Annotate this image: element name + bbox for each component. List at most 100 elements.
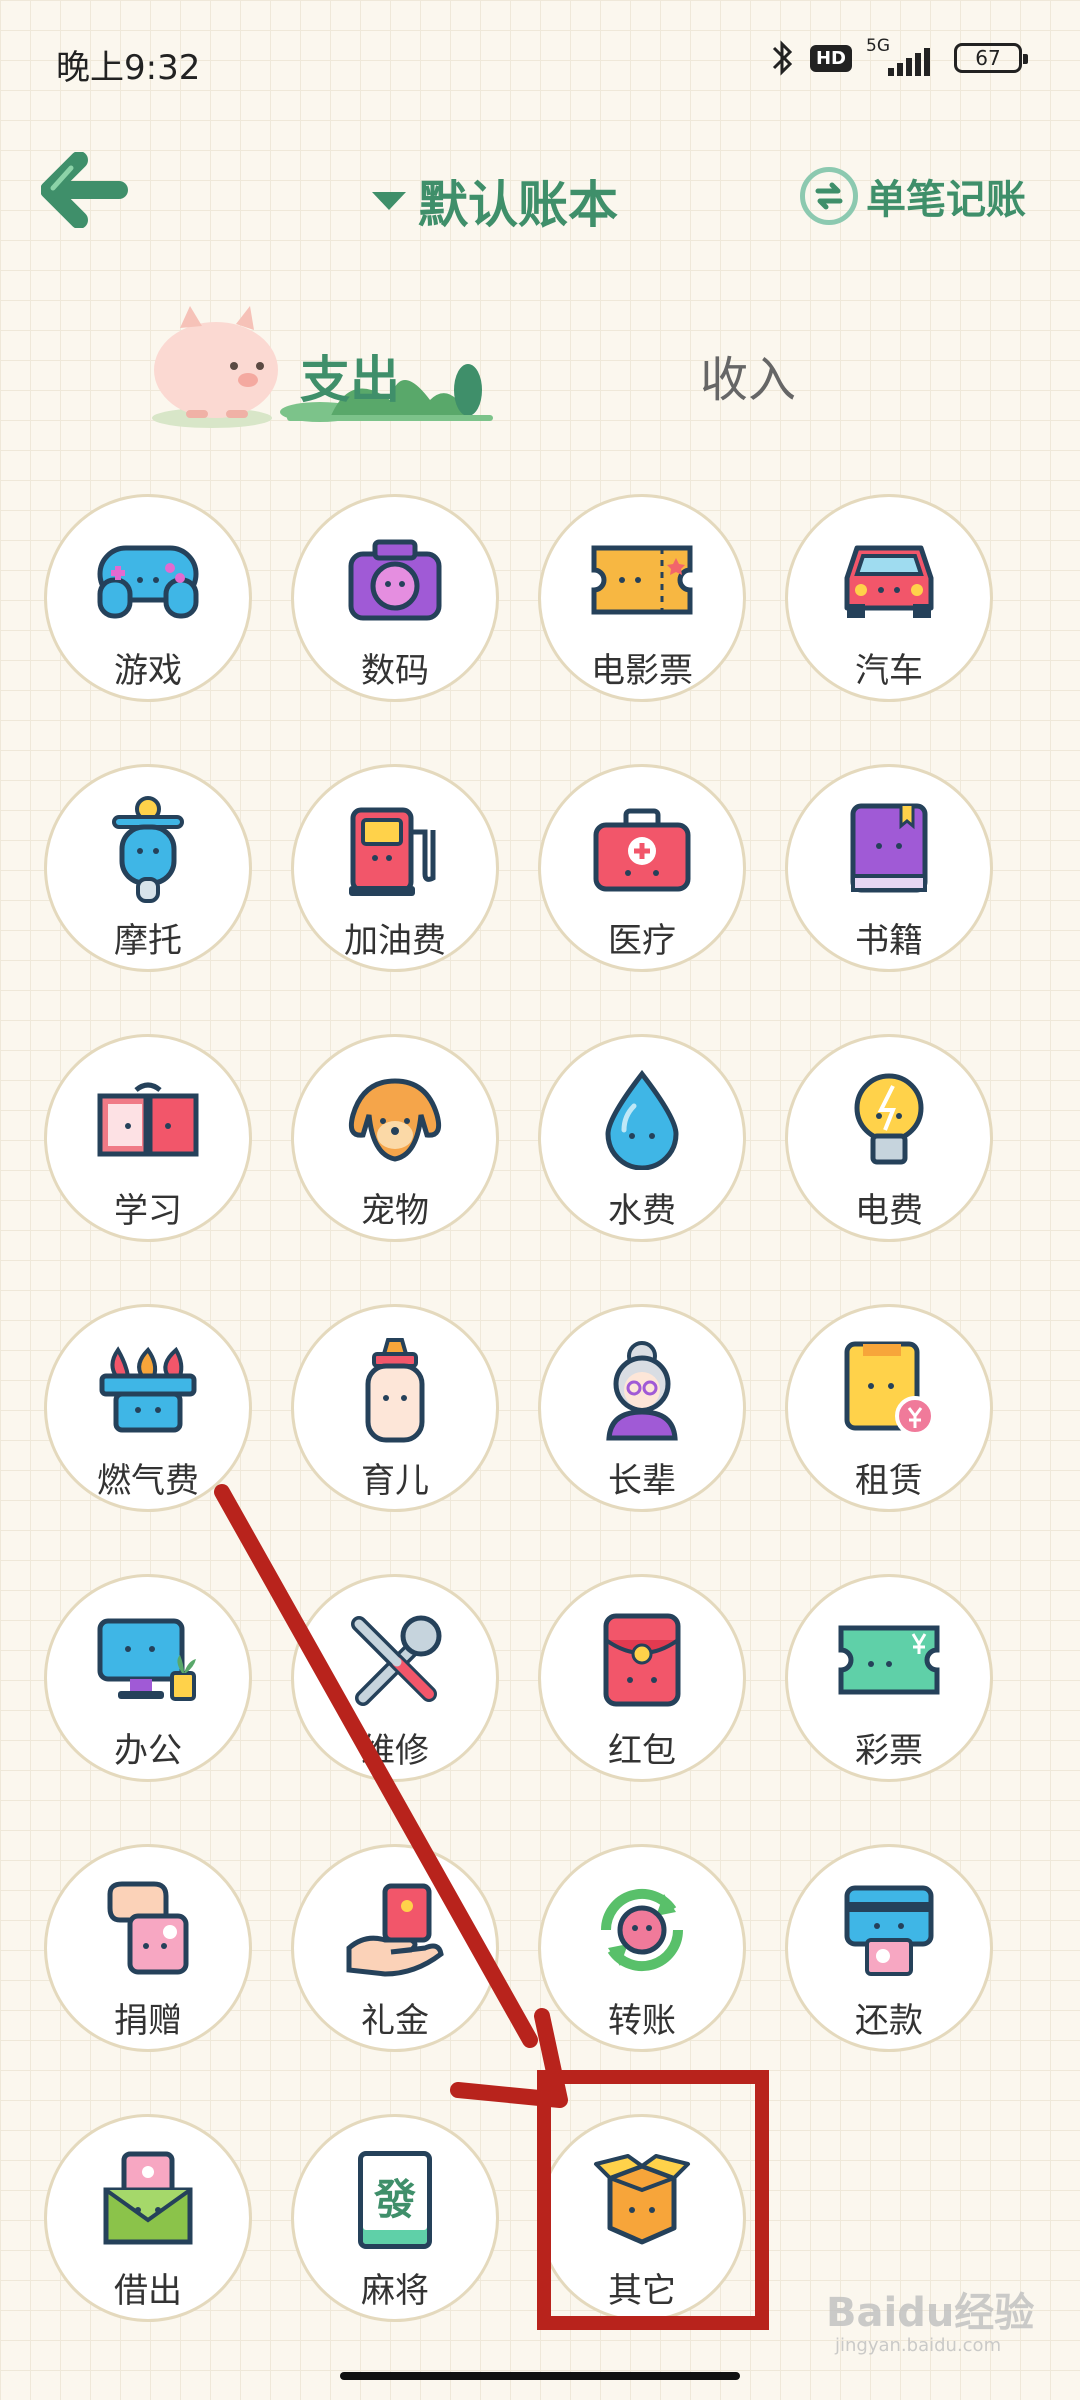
lend-icon xyxy=(93,2145,203,2255)
category-label: 燃气费 xyxy=(97,1461,199,1501)
status-icons: HD 5G 67 xyxy=(770,36,1028,78)
category-label: 书籍 xyxy=(855,921,923,961)
book-icon xyxy=(834,795,944,905)
home-indicator[interactable] xyxy=(340,2372,740,2380)
dog-icon xyxy=(340,1065,450,1175)
category-label: 彩票 xyxy=(855,1731,923,1771)
network-type: 5G xyxy=(866,36,890,56)
category-label: 医疗 xyxy=(608,921,676,961)
category-label: 汽车 xyxy=(855,651,923,691)
donation-icon xyxy=(93,1875,203,1985)
watermark-url: jingyan.baidu.com xyxy=(835,2335,1002,2356)
category-item[interactable]: 维修 xyxy=(291,1574,499,1782)
category-item[interactable]: 燃气费 xyxy=(44,1304,252,1512)
scooter-icon xyxy=(93,795,203,905)
category-label: 礼金 xyxy=(361,2001,429,2041)
category-item[interactable]: 捐赠 xyxy=(44,1844,252,2052)
status-time: 晚上9:32 xyxy=(56,48,201,88)
category-item[interactable]: 学习 xyxy=(44,1034,252,1242)
category-item[interactable]: 水费 xyxy=(538,1034,746,1242)
open-book-icon xyxy=(93,1065,203,1175)
category-label: 还款 xyxy=(855,2001,923,2041)
category-label: 租赁 xyxy=(855,1461,923,1501)
gift-money-icon xyxy=(340,1875,450,1985)
category-label: 育儿 xyxy=(361,1461,429,1501)
water-drop-icon xyxy=(587,1065,697,1175)
account-book-title: 默认账本 xyxy=(418,176,618,234)
category-item[interactable]: 汽车 xyxy=(785,494,993,702)
category-label: 借出 xyxy=(114,2271,182,2311)
category-label: 办公 xyxy=(114,1731,182,1771)
category-label: 游戏 xyxy=(114,651,182,691)
gamepad-icon xyxy=(93,525,203,635)
watermark: Baidu经验 xyxy=(826,2290,1035,2336)
category-item[interactable]: 办公 xyxy=(44,1574,252,1782)
transfer-icon xyxy=(587,1875,697,1985)
category-item[interactable]: 彩票 xyxy=(785,1574,993,1782)
category-label: 电影票 xyxy=(591,651,693,691)
lottery-ticket-icon xyxy=(834,1605,944,1715)
repayment-icon xyxy=(834,1875,944,1985)
arrow-left-icon xyxy=(41,152,128,228)
category-item[interactable]: 租赁 xyxy=(785,1304,993,1512)
category-label: 长辈 xyxy=(608,1461,676,1501)
dropdown-triangle-icon xyxy=(372,192,406,210)
light-bulb-icon xyxy=(834,1065,944,1175)
grandma-icon xyxy=(587,1335,697,1445)
category-label: 加油费 xyxy=(344,921,446,961)
category-item[interactable]: 电影票 xyxy=(538,494,746,702)
category-label: 宠物 xyxy=(361,1191,429,1231)
medical-kit-icon xyxy=(587,795,697,905)
category-label: 红包 xyxy=(608,1731,676,1771)
category-item[interactable]: 数码 xyxy=(291,494,499,702)
mahjong-icon: 發 xyxy=(340,2145,450,2255)
fuel-pump-icon xyxy=(340,795,450,905)
category-item[interactable]: 借出 xyxy=(44,2114,252,2322)
camera-icon xyxy=(340,525,450,635)
category-label: 转账 xyxy=(608,2001,676,2041)
highlight-box xyxy=(537,2070,769,2330)
bluetooth-icon xyxy=(772,40,793,76)
category-label: 学习 xyxy=(114,1191,182,1231)
single-entry-label: 单笔记账 xyxy=(866,177,1026,223)
back-button[interactable] xyxy=(36,150,136,230)
category-item[interactable]: 摩托 xyxy=(44,764,252,972)
red-envelope-icon xyxy=(587,1605,697,1715)
category-label: 水费 xyxy=(608,1191,676,1231)
category-label: 摩托 xyxy=(114,921,182,961)
hd-badge: HD xyxy=(809,44,852,72)
car-icon xyxy=(834,525,944,635)
category-item[interactable]: 长辈 xyxy=(538,1304,746,1512)
status-bar: 晚上9:32 HD 5G 67 xyxy=(0,0,1080,120)
category-item[interactable]: 發 麻将 xyxy=(291,2114,499,2322)
category-label: 电费 xyxy=(855,1191,923,1231)
account-book-selector[interactable]: 默认账本 xyxy=(372,165,618,237)
mahjong-tile-char: 發 xyxy=(358,2151,432,2249)
monitor-icon xyxy=(93,1605,203,1715)
signal-icon: 5G xyxy=(866,36,940,78)
category-item[interactable]: 游戏 xyxy=(44,494,252,702)
category-item[interactable]: 加油费 xyxy=(291,764,499,972)
rent-icon xyxy=(834,1335,944,1445)
category-item[interactable]: 电费 xyxy=(785,1034,993,1242)
tab-expense[interactable]: 支出 xyxy=(150,300,510,430)
category-item[interactable]: 还款 xyxy=(785,1844,993,2052)
single-entry-button[interactable]: 单笔记账 xyxy=(800,167,1026,225)
category-item[interactable]: 育儿 xyxy=(291,1304,499,1512)
ticket-icon xyxy=(587,525,697,635)
tools-icon xyxy=(340,1605,450,1715)
category-item[interactable]: 转账 xyxy=(538,1844,746,2052)
category-label: 麻将 xyxy=(361,2271,429,2311)
category-item[interactable]: 医疗 xyxy=(538,764,746,972)
category-item[interactable]: 书籍 xyxy=(785,764,993,972)
category-item[interactable]: 宠物 xyxy=(291,1034,499,1242)
battery-icon: 67 xyxy=(954,43,1028,73)
category-item[interactable]: 红包 xyxy=(538,1574,746,1782)
tab-income[interactable]: 收入 xyxy=(700,340,796,410)
category-label: 捐赠 xyxy=(114,2001,182,2041)
category-item[interactable]: 礼金 xyxy=(291,1844,499,2052)
switch-icon xyxy=(800,167,858,225)
category-label: 维修 xyxy=(361,1731,429,1771)
category-label: 数码 xyxy=(361,651,429,691)
baby-bottle-icon xyxy=(340,1335,450,1445)
